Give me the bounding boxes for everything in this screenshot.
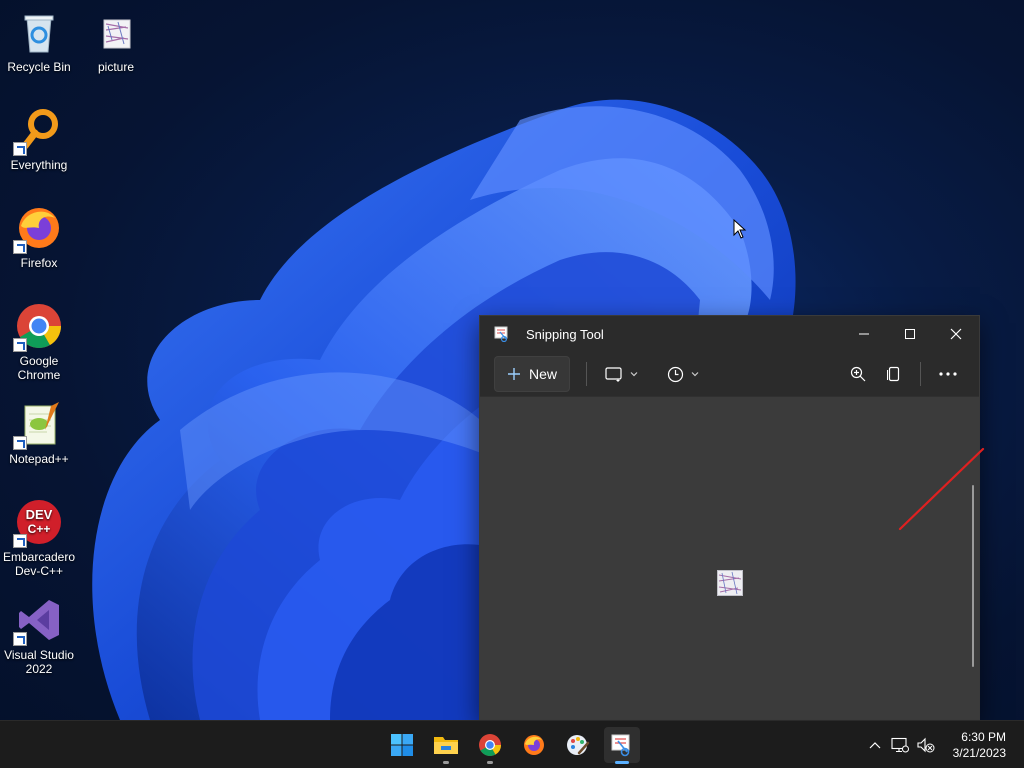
system-tray (864, 721, 938, 768)
desktop-icon-label: Visual Studio 2022 (4, 648, 74, 676)
desktop-icon-recycle-bin[interactable]: Recycle Bin (0, 8, 78, 74)
delay-timer-icon (667, 366, 684, 382)
volume-muted-icon (917, 737, 935, 752)
vertical-scrollbar[interactable] (972, 485, 974, 667)
notepadpp-icon (13, 400, 63, 450)
copy-icon (887, 366, 900, 382)
desktop-icon-label: Everything (10, 158, 68, 172)
snip-canvas[interactable] (480, 396, 985, 719)
taskbar-file-explorer[interactable] (428, 727, 464, 764)
snipping-tool-window[interactable]: Snipping Tool New (479, 315, 985, 720)
minimize-icon (859, 333, 869, 335)
close-button[interactable] (933, 316, 979, 352)
recycle-bin-icon (15, 8, 63, 56)
network-icon (891, 737, 909, 752)
plus-icon (508, 368, 520, 380)
toolbar-divider (920, 362, 921, 386)
snipping-tool-icon (611, 734, 630, 757)
image-file-icon (92, 8, 140, 56)
close-icon (950, 328, 962, 340)
chevron-down-icon (691, 372, 699, 377)
paint-icon (567, 735, 590, 755)
copy-button[interactable] (878, 358, 910, 390)
desktop-icon-devcpp[interactable]: DEV C++ Embarcadero Dev-C++ (0, 498, 78, 578)
title-bar[interactable]: Snipping Tool (480, 316, 979, 352)
new-snip-button[interactable]: New (494, 356, 571, 392)
more-options-button[interactable] (931, 358, 965, 390)
clock-date: 3/21/2023 (952, 746, 1006, 760)
network-button[interactable] (886, 737, 914, 753)
desktop-icon-label: Embarcadero Dev-C++ (2, 550, 76, 578)
devcpp-badge-bottom: C++ (28, 522, 51, 536)
desktop-icon-label: picture (97, 60, 135, 74)
show-hidden-icons-button[interactable] (864, 741, 886, 749)
snip-thumbnail-image (717, 570, 743, 596)
taskbar-paint[interactable] (560, 727, 596, 763)
taskbar: 6:30 PM 3/21/2023 (0, 720, 1024, 768)
file-explorer-icon (434, 737, 458, 754)
window-title: Snipping Tool (526, 326, 604, 342)
shortcut-arrow-icon (13, 142, 27, 156)
everything-search-icon (13, 106, 63, 156)
snipping-tool-app-icon (494, 326, 510, 343)
desktop-icon-picture[interactable]: picture (77, 8, 155, 74)
taskbar-firefox[interactable] (516, 727, 552, 763)
desktop-icon-label: Google Chrome (17, 354, 61, 382)
zoom-in-icon (850, 366, 866, 382)
firefox-icon (13, 204, 63, 254)
shortcut-arrow-icon (13, 534, 27, 548)
desktop-icon-visual-studio[interactable]: Visual Studio 2022 (0, 596, 78, 676)
taskbar-chrome[interactable] (472, 727, 508, 764)
delay-timer-button[interactable] (659, 358, 708, 390)
chevron-up-icon (869, 741, 881, 748)
devcpp-icon: DEV C++ (13, 498, 63, 548)
shortcut-arrow-icon (13, 338, 27, 352)
maximize-button[interactable] (887, 316, 933, 352)
more-options-icon (939, 372, 957, 376)
desktop-icon-label: Recycle Bin (7, 60, 71, 74)
toolbar: New (480, 352, 979, 396)
desktop-icon-firefox[interactable]: Firefox (0, 204, 78, 270)
running-indicator (443, 761, 449, 764)
snip-mode-icon (605, 367, 622, 382)
mouse-cursor-icon (733, 219, 747, 239)
active-indicator (615, 761, 629, 764)
toolbar-divider (586, 362, 588, 386)
taskbar-snipping-tool[interactable] (604, 727, 640, 764)
shortcut-arrow-icon (13, 240, 27, 254)
chrome-icon (13, 302, 63, 352)
visual-studio-icon (13, 596, 63, 646)
maximize-icon (905, 329, 915, 339)
running-indicator (487, 761, 493, 764)
desktop-icon-everything[interactable]: Everything (0, 106, 78, 172)
clock[interactable]: 6:30 PM 3/21/2023 (953, 729, 1006, 761)
firefox-icon (524, 735, 544, 755)
volume-button[interactable] (914, 737, 938, 753)
chrome-icon (479, 734, 501, 756)
start-icon (391, 734, 413, 756)
desktop-icon-label: Firefox (20, 256, 58, 270)
devcpp-badge-top: DEV (26, 507, 53, 522)
chevron-down-icon (630, 372, 638, 377)
start-button[interactable] (384, 727, 420, 763)
shortcut-arrow-icon (13, 632, 27, 646)
desktop-icon-label: Notepad++ (9, 452, 69, 466)
shortcut-arrow-icon (13, 436, 27, 450)
minimize-button[interactable] (841, 316, 887, 352)
snip-mode-button[interactable] (597, 358, 647, 390)
clock-time: 6:30 PM (961, 730, 1006, 744)
zoom-in-button[interactable] (842, 358, 874, 390)
desktop-icon-notepadpp[interactable]: Notepad++ (0, 400, 78, 466)
new-snip-label: New (529, 366, 558, 382)
desktop-icon-google-chrome[interactable]: Google Chrome (0, 302, 78, 382)
